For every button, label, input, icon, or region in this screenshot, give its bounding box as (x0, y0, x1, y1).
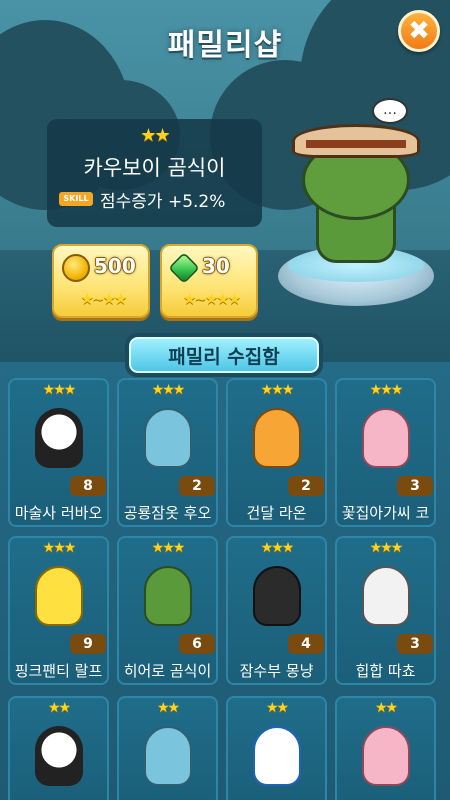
card-level: 3 (397, 476, 433, 496)
buy-with-coins-button[interactable]: 500 ★~★★ (52, 244, 150, 318)
skill-description: 점수증가 +5.2% (100, 192, 226, 212)
card-name: 히어로 곰식이 (123, 662, 212, 680)
card-stars: ★★★ (369, 382, 404, 398)
coin-price: 500 (94, 254, 136, 278)
buy-with-gems-button[interactable]: 30 ★~★★★ (160, 244, 258, 318)
card-stars: ★★★ (369, 540, 404, 556)
close-button[interactable]: ✖ (398, 10, 440, 52)
collection-header: 패밀리 수집함 (125, 333, 323, 377)
card-stars: ★★★ (260, 540, 295, 556)
card-level: 2 (288, 476, 324, 496)
collection-card[interactable]: ★★★ 9 핑크팬티 랄프 (8, 536, 109, 685)
collection-card[interactable]: ★★★ 2 공룡잠옷 후오 (117, 378, 218, 527)
collection-card[interactable]: ★★ (117, 696, 218, 800)
gem-star-range: ★~★★★ (182, 290, 241, 308)
card-level: 6 (179, 634, 215, 654)
card-level: 2 (179, 476, 215, 496)
card-name: 공룡잠옷 후오 (123, 504, 212, 522)
card-name: 핑크팬티 랄프 (14, 662, 103, 680)
character-portrait (35, 726, 83, 786)
card-level: 9 (70, 634, 106, 654)
character-portrait (253, 726, 301, 786)
character-portrait (253, 566, 301, 626)
character-portrait (144, 566, 192, 626)
card-stars: ★★★ (151, 382, 186, 398)
skill-badge: SKILL (59, 192, 93, 206)
card-name: 힙합 따쵸 (355, 662, 416, 680)
character-portrait (144, 408, 192, 468)
speech-bubble-icon[interactable]: … (372, 98, 408, 124)
collection-card[interactable]: ★★★ 3 꽃집아가씨 코 (335, 378, 436, 527)
card-stars: ★★★ (151, 540, 186, 556)
collection-card[interactable]: ★★ (226, 696, 327, 800)
card-stars: ★★★ (260, 382, 295, 398)
card-name: 마술사 러바오 (14, 504, 103, 522)
character-rarity-stars: ★★ (140, 125, 170, 146)
page-title: 패밀리샵 (167, 28, 283, 63)
collection-card[interactable]: ★★ (8, 696, 109, 800)
character-portrait (144, 726, 192, 786)
card-stars: ★★★ (42, 540, 77, 556)
card-stars: ★★ (47, 700, 71, 716)
character-portrait (362, 726, 410, 786)
collection-card[interactable]: ★★★ 4 잠수부 몽냥 (226, 536, 327, 685)
character-portrait (362, 566, 410, 626)
card-level: 4 (288, 634, 324, 654)
card-level: 3 (397, 634, 433, 654)
gem-icon (168, 252, 200, 284)
character-portrait (362, 408, 410, 468)
hat-band (306, 140, 406, 148)
collection-card[interactable]: ★★★ 3 힙합 따쵸 (335, 536, 436, 685)
card-name: 꽃집아가씨 코 (341, 504, 430, 522)
collection-title: 패밀리 수집함 (129, 337, 319, 373)
character-portrait (253, 408, 301, 468)
coin-star-range: ★~★★ (80, 290, 128, 308)
coin-icon (62, 254, 90, 282)
character-info-card: ★★ 카우보이 곰식이 SKILL 점수증가 +5.2% (47, 119, 262, 227)
character-name: 카우보이 곰식이 (83, 156, 226, 180)
character-portrait (35, 408, 83, 468)
card-name: 건달 라온 (246, 504, 307, 522)
card-level: 8 (70, 476, 106, 496)
card-stars: ★★ (265, 700, 289, 716)
collection-card[interactable]: ★★★ 6 히어로 곰식이 (117, 536, 218, 685)
character-portrait (35, 566, 83, 626)
card-name: 잠수부 몽냥 (239, 662, 314, 680)
card-stars: ★★ (374, 700, 398, 716)
character-preview: … (276, 98, 436, 313)
card-stars: ★★ (156, 700, 180, 716)
gem-price: 30 (202, 254, 230, 278)
collection-card[interactable]: ★★★ 8 마술사 러바오 (8, 378, 109, 527)
collection-card[interactable]: ★★★ 2 건달 라온 (226, 378, 327, 527)
collection-card[interactable]: ★★ (335, 696, 436, 800)
card-stars: ★★★ (42, 382, 77, 398)
